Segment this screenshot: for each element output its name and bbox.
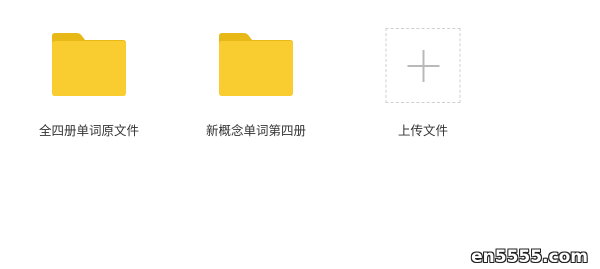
folder-label: 全四册单词原文件 (38, 123, 139, 138)
upload-dropzone[interactable] (385, 28, 461, 103)
watermark: en5555.com (471, 247, 588, 267)
upload-file-button[interactable]: 上传文件 (353, 24, 493, 149)
folder-icon (50, 30, 128, 102)
folder-item-all-four-books[interactable]: 全四册单词原文件 (19, 24, 159, 149)
plus-icon-vertical (422, 50, 425, 82)
upload-label: 上传文件 (397, 123, 448, 138)
folder-item-new-concept-book-four[interactable]: 新概念单词第四册 (186, 24, 326, 149)
folder-icon (217, 30, 295, 102)
folder-label: 新概念单词第四册 (205, 123, 306, 138)
